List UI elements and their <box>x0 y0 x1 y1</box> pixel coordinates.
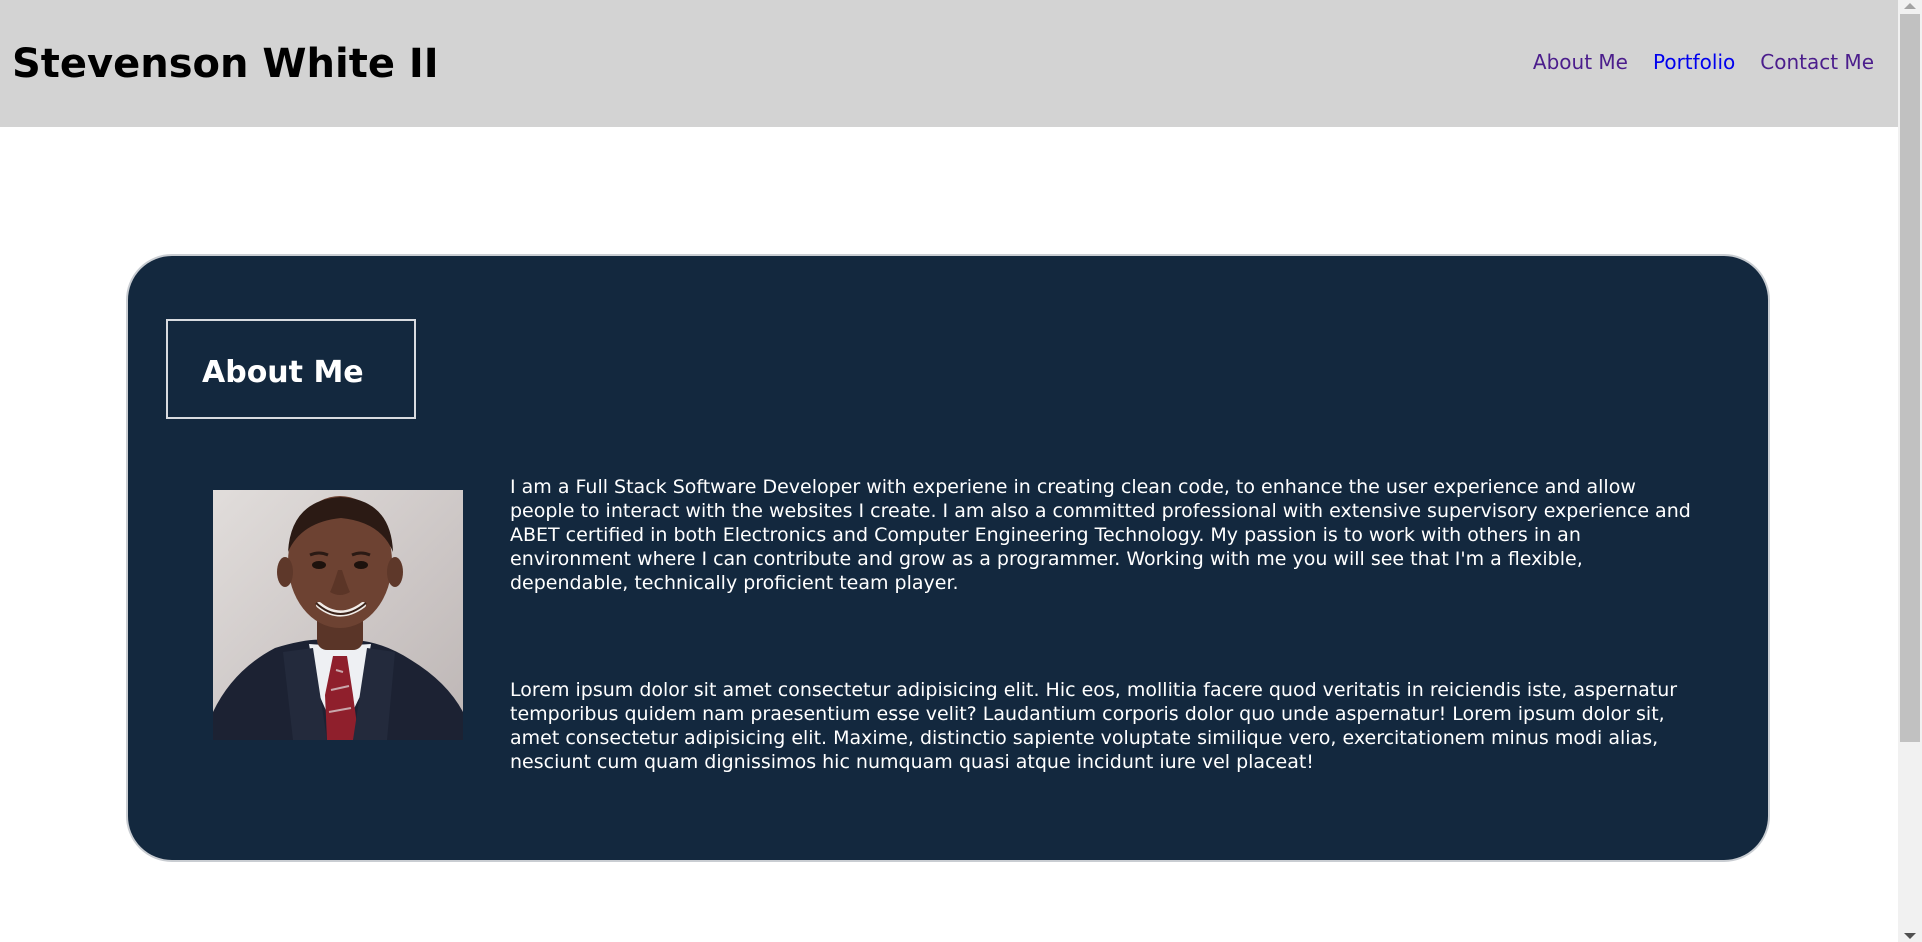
scroll-down-arrow-icon[interactable] <box>1904 933 1916 939</box>
main-nav: About Me Portfolio Contact Me <box>1533 50 1874 74</box>
about-me-heading-box: About Me <box>166 319 416 419</box>
site-header: Stevenson White II About Me Portfolio Co… <box>0 0 1898 127</box>
about-me-heading: About Me <box>202 355 364 390</box>
about-paragraph-2: Lorem ipsum dolor sit amet consectetur a… <box>510 679 1678 773</box>
scrollbar-thumb[interactable] <box>1900 14 1920 742</box>
scroll-up-arrow-icon[interactable] <box>1904 3 1916 9</box>
nav-link-contact-me[interactable]: Contact Me <box>1760 50 1874 74</box>
nav-link-about-me[interactable]: About Me <box>1533 50 1628 74</box>
profile-photo <box>213 490 463 740</box>
profile-photo-illustration <box>213 496 463 740</box>
nav-link-portfolio[interactable]: Portfolio <box>1653 50 1735 74</box>
page: Stevenson White II About Me Portfolio Co… <box>0 0 1898 942</box>
vertical-scrollbar[interactable] <box>1898 0 1922 942</box>
about-paragraph-1: I am a Full Stack Software Developer wit… <box>510 476 1691 594</box>
site-title: Stevenson White II <box>12 41 439 87</box>
